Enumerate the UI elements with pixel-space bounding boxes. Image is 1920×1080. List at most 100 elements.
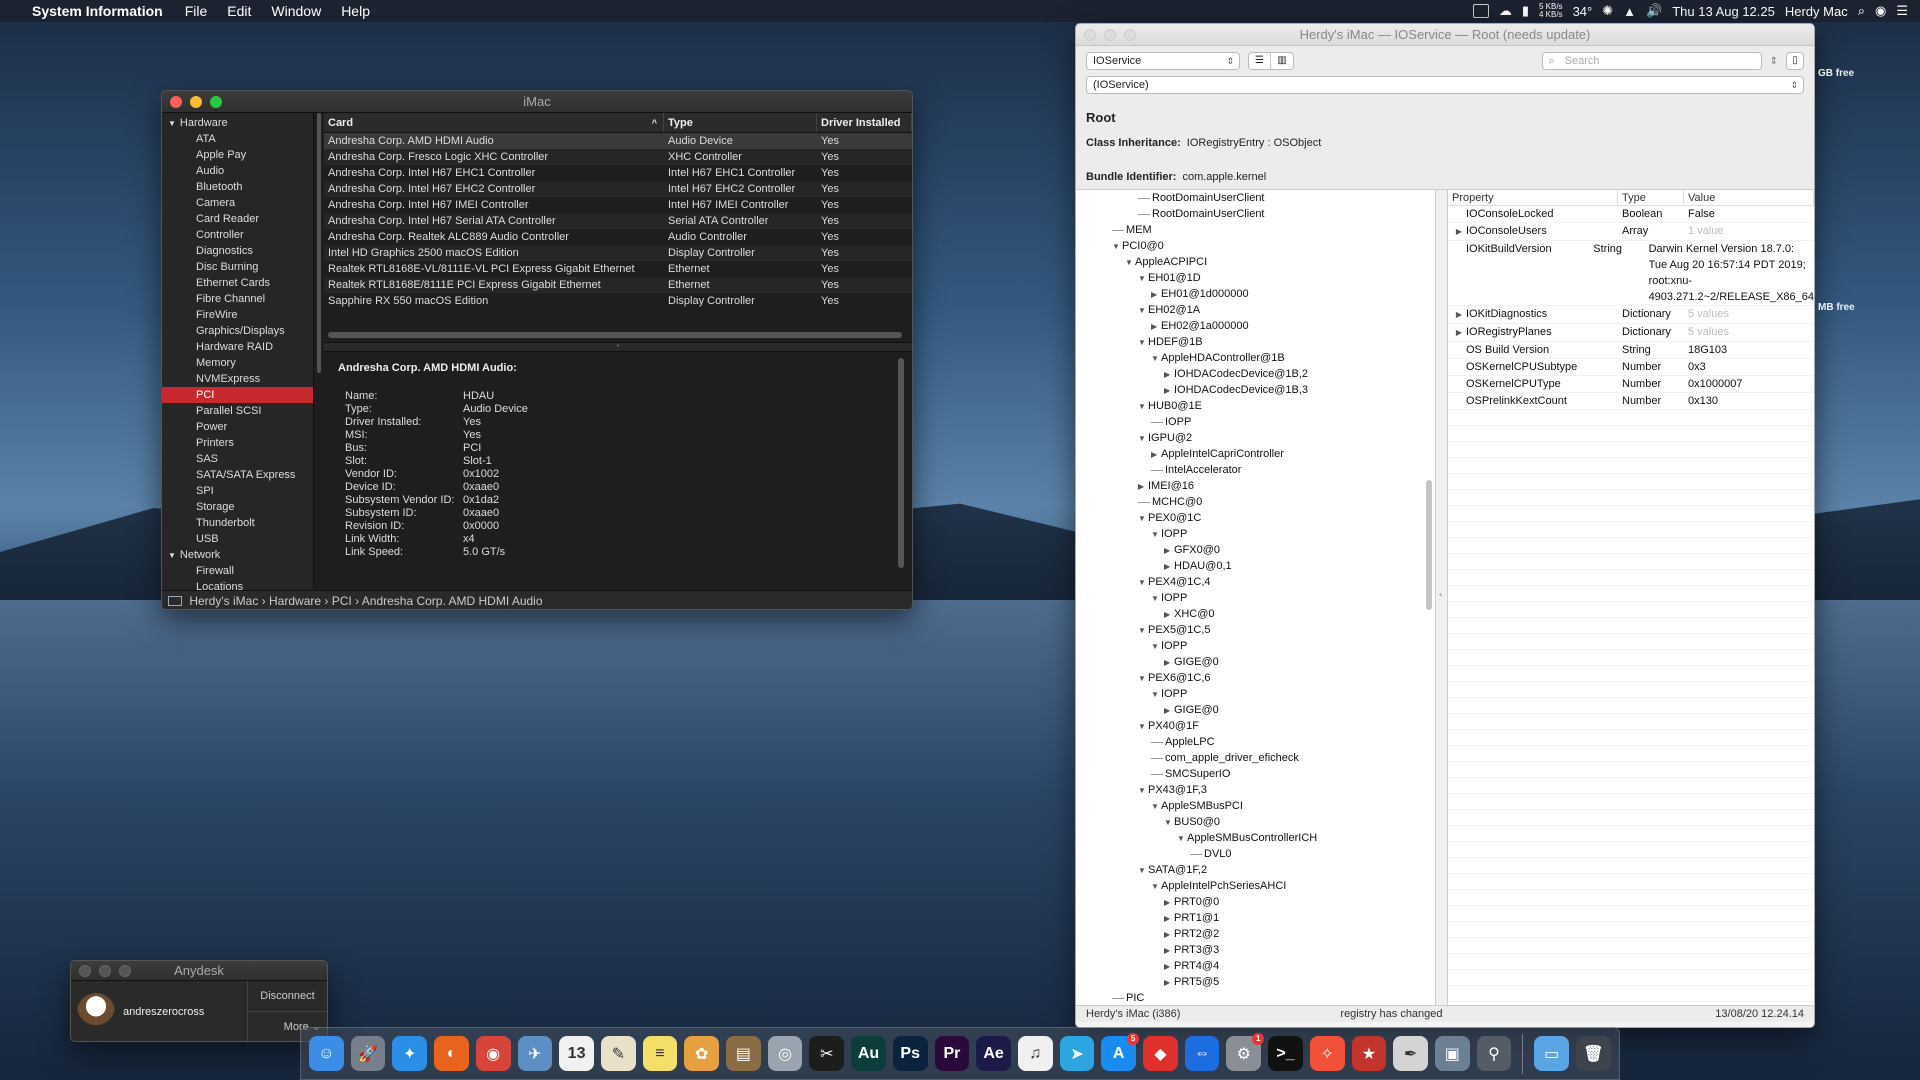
siri-icon[interactable]: ◉ [1875,3,1886,19]
disclosure-triangle-icon[interactable]: ▶ [1164,655,1174,671]
disclosure-triangle-icon[interactable]: ▶ [1138,479,1148,495]
sidebar-item-graphics-displays[interactable]: Graphics/Displays [162,323,313,339]
safari-icon[interactable]: ✦ [392,1036,428,1071]
disclosure-triangle-icon[interactable]: ▶ [1164,895,1174,911]
table-row[interactable]: Andresha Corp. Intel H67 EHC1 Controller… [324,165,912,181]
disclosure-triangle-icon[interactable]: ▼ [1138,431,1148,447]
disclosure-triangle-icon[interactable]: ▶ [1151,287,1161,303]
tree-node[interactable]: ▼ PX40@1F [1076,718,1435,734]
script-editor-icon[interactable]: ✒ [1393,1036,1428,1071]
disclosure-triangle-icon[interactable]: ▶ [1151,447,1161,463]
list-view-icon[interactable]: ☰ [1249,53,1271,69]
tree-node[interactable]: ▼ PCI0@0 [1076,238,1435,254]
disclosure-triangle-icon[interactable]: ▼ [1164,815,1174,831]
path-computer[interactable]: Herdy's iMac [189,594,258,608]
plane-path-select[interactable]: (IOService) ⇕ [1086,76,1804,94]
tree-node[interactable]: ▶ PRT3@3 [1076,942,1435,958]
minimize-button[interactable] [99,964,111,977]
volume-icon[interactable]: 🔊 [1646,3,1662,19]
property-row[interactable]: ▶ IOKitDiagnostics Dictionary 5 values [1448,306,1814,324]
column-type[interactable]: Type [664,113,817,132]
tree-node[interactable]: ▼ PEX4@1C,4 [1076,574,1435,590]
menu-edit[interactable]: Edit [227,3,251,19]
tree-node[interactable]: DVL0 [1076,846,1435,862]
disclosure-triangle-icon[interactable]: ▶ [1452,224,1466,240]
column-driver-installed[interactable]: Driver Installed [817,113,912,132]
sidebar-item-printers[interactable]: Printers [162,435,313,451]
menu-file[interactable]: File [185,3,208,19]
photos-icon[interactable]: ✿ [684,1036,720,1071]
minimize-button[interactable] [190,95,202,108]
table-row[interactable]: Andresha Corp. AMD HDMI Audio Audio Devic… [324,133,912,149]
disclosure-triangle-icon[interactable]: ▼ [1151,527,1161,543]
disclosure-triangle-icon[interactable]: ▼ [1151,639,1161,655]
disclosure-triangle-icon[interactable]: ▼ [1138,335,1148,351]
notes-icon[interactable]: ≡ [642,1036,678,1071]
column-property[interactable]: Property [1448,190,1618,205]
sidebar-item-thunderbolt[interactable]: Thunderbolt [162,515,313,531]
disclosure-triangle-icon[interactable]: ▼ [168,119,176,128]
table-row[interactable]: Realtek RTL8168E/8111E PCI Express Gigab… [324,277,912,293]
disclosure-triangle-icon[interactable]: ▼ [1138,399,1148,415]
sidebar-item-power[interactable]: Power [162,419,313,435]
disclosure-triangle-icon[interactable]: ▶ [1164,383,1174,399]
sidebar-item-controller[interactable]: Controller [162,227,313,243]
tree-node[interactable]: ▶ IOHDACodecDevice@1B,2 [1076,366,1435,382]
disclosure-triangle-icon[interactable]: ▶ [1164,975,1174,991]
disclosure-triangle-icon[interactable]: ▶ [1164,927,1174,943]
close-button[interactable] [170,95,182,108]
sidebar-item-firewire[interactable]: FireWire [162,307,313,323]
tree-node[interactable]: ▼ AppleSMBusPCI [1076,798,1435,814]
tree-node[interactable]: ▼ SATA@1F,2 [1076,862,1435,878]
plane-select[interactable]: IOService ⇕ [1086,52,1240,70]
menu-window[interactable]: Window [271,3,321,19]
disclosure-triangle-icon[interactable]: ▼ [1138,863,1148,879]
tree-node[interactable]: MCHC@0 [1076,494,1435,510]
tree-node[interactable]: ▶ IOHDACodecDevice@1B,3 [1076,382,1435,398]
teamviewer-icon[interactable]: ⇔ [1184,1036,1220,1071]
tree-node[interactable]: ▼ AppleSMBusControllerICH [1076,830,1435,846]
table-row[interactable]: Andresha Corp. Intel H67 EHC2 Controller… [324,181,912,197]
tree-node[interactable]: ▶ PRT0@0 [1076,894,1435,910]
tree-node[interactable]: ▶ PRT4@4 [1076,958,1435,974]
tree-node[interactable]: ▼ BUS0@0 [1076,814,1435,830]
cpu-temp[interactable]: 34° [1573,4,1593,19]
disclosure-triangle-icon[interactable]: ▼ [1125,255,1135,271]
menu-clock[interactable]: Thu 13 Aug 12.25 [1672,4,1775,19]
sidebar-item-ethernet-cards[interactable]: Ethernet Cards [162,275,313,291]
sidebar-item-firewall[interactable]: Firewall [162,563,313,579]
tree-node[interactable]: ▼ PEX5@1C,5 [1076,622,1435,638]
system-preferences-icon[interactable]: ⚙ 1 [1226,1033,1265,1071]
pane-splitter[interactable] [1436,190,1448,1005]
sidebar-item-storage[interactable]: Storage [162,499,313,515]
disclosure-triangle-icon[interactable]: ▼ [1151,799,1161,815]
disclosure-triangle-icon[interactable]: ▼ [1138,575,1148,591]
tree-node[interactable]: ▼ IOPP [1076,686,1435,702]
tree-node[interactable]: ▼ IOPP [1076,638,1435,654]
tree-node[interactable]: RootDomainUserClient [1076,206,1435,222]
istat-icon[interactable]: ✺ [1602,3,1613,19]
disclosure-triangle-icon[interactable]: ▼ [168,551,176,560]
menu-user[interactable]: Herdy Mac [1785,4,1848,19]
property-row[interactable]: OSPrelinkKextCount Number 0x130 [1448,393,1814,410]
ioreg-explorer-icon[interactable]: ⚲ [1476,1036,1512,1071]
sidebar-item-sas[interactable]: SAS [162,451,313,467]
tree-node[interactable]: com_apple_driver_eficheck [1076,750,1435,766]
cloud-icon[interactable]: ☁ [1499,3,1512,19]
cleaner-icon[interactable]: ★ [1351,1036,1387,1071]
disclosure-triangle-icon[interactable]: ▼ [1151,351,1161,367]
disclosure-triangle-icon[interactable]: ▼ [1151,687,1161,703]
disclosure-triangle-icon[interactable]: ▼ [1138,623,1148,639]
itunes-icon[interactable]: ♫ [1017,1036,1053,1071]
sidebar-item-disc-burning[interactable]: Disc Burning [162,259,313,275]
close-button[interactable] [1084,28,1096,41]
final-cut-icon[interactable]: ✂ [809,1036,845,1071]
disclosure-triangle-icon[interactable]: ▶ [1164,559,1174,575]
tree-node[interactable]: ▼ HDEF@1B [1076,334,1435,350]
inspector-toggle-icon[interactable]: ▯ [1786,52,1804,70]
disclosure-triangle-icon[interactable]: ▼ [1138,671,1148,687]
sidebar-item-usb[interactable]: USB [162,531,313,547]
column-view-icon[interactable]: ▥ [1271,53,1293,69]
sidebar-item-sata-sata-express[interactable]: SATA/SATA Express [162,467,313,483]
zoom-button[interactable] [1124,28,1136,41]
